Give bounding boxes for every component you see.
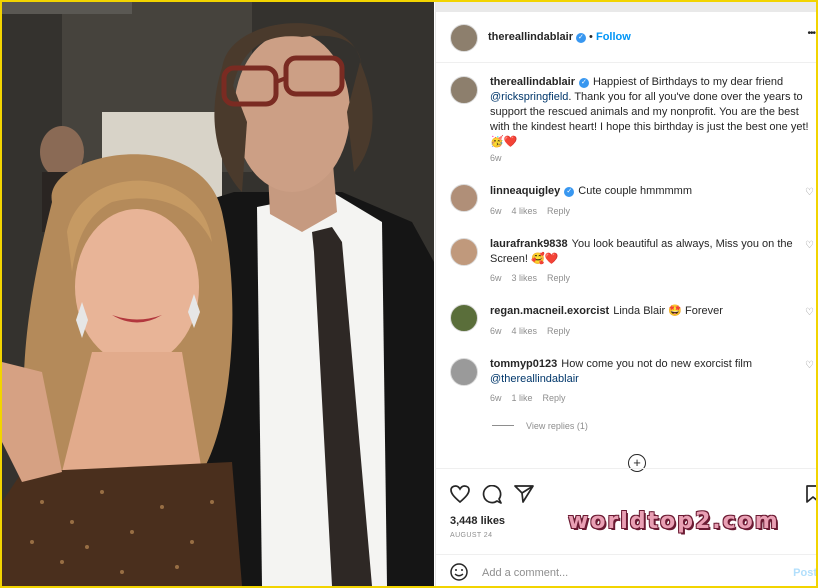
like-comment-icon[interactable]: ♡ (805, 238, 814, 253)
top-strip (436, 2, 816, 12)
comment-text: Linda Blair 🤩 Forever (613, 305, 723, 317)
comment-icon[interactable] (482, 485, 502, 504)
comment-2-meta: 6w 3 likes Reply (490, 273, 580, 283)
post-date[interactable]: AUGUST 24 (450, 532, 492, 539)
reply-button[interactable]: Reply (543, 393, 566, 403)
comment-likes[interactable]: 4 likes (512, 326, 538, 336)
caption-username[interactable]: thereallindablair (490, 76, 575, 88)
separator-dot: • (589, 31, 596, 43)
reply-button[interactable]: Reply (547, 326, 570, 336)
comment-time: 6w (490, 393, 502, 403)
verified-icon: ✓ (578, 78, 589, 88)
caption-time: 6w (490, 153, 502, 163)
replies-line (492, 425, 514, 426)
comment-1-meta: 6w 4 likes Reply (490, 206, 580, 216)
comment-4: tommyp0123 How come you not do new exorci… (490, 357, 814, 387)
comment-text: How come you not do new exorcist film (561, 358, 753, 370)
caption-avatar[interactable] (450, 76, 478, 104)
comment-username[interactable]: linneaquigley (490, 185, 560, 197)
verified-icon: ✓ (564, 187, 575, 197)
comment-3: regan.macneil.exorcist Linda Blair 🤩 Fore… (490, 304, 814, 319)
comment-2: laurafrank9838 You look beautiful as alwa… (490, 237, 814, 267)
watermark: worldtop2.com (568, 509, 780, 534)
follow-button[interactable]: Follow (596, 31, 631, 43)
comment-likes[interactable]: 4 likes (512, 206, 538, 216)
reply-button[interactable]: Reply (547, 273, 570, 283)
view-replies-label[interactable]: View replies (1) (526, 421, 588, 431)
comment-likes[interactable]: 3 likes (512, 273, 538, 283)
comment-avatar[interactable] (450, 238, 478, 266)
comment-time: 6w (490, 206, 502, 216)
post-username[interactable]: thereallindablair (488, 31, 573, 43)
caption-meta: 6w (490, 153, 512, 163)
reply-button[interactable]: Reply (547, 206, 570, 216)
comment-1: linneaquigley ✓ Cute couple hmmmmm ♡ (490, 184, 814, 199)
heart-icon[interactable] (450, 485, 470, 503)
share-icon[interactable] (514, 485, 534, 503)
comment-input[interactable]: Add a comment... (482, 567, 568, 579)
like-comment-icon[interactable]: ♡ (805, 358, 814, 373)
view-replies[interactable]: View replies (1) (492, 421, 588, 431)
emoji-icon[interactable] (450, 563, 468, 581)
caption-body-start: Happiest of Birthdays to my dear friend (592, 76, 784, 88)
action-bar (436, 468, 816, 504)
comment-username[interactable]: laurafrank9838 (490, 238, 568, 250)
post-photo[interactable] (2, 2, 434, 586)
more-options-icon[interactable]: ••• (807, 28, 815, 39)
add-circle-icon[interactable]: + (628, 454, 646, 472)
comment-3-meta: 6w 4 likes Reply (490, 326, 580, 336)
comment-avatar[interactable] (450, 358, 478, 386)
post-button[interactable]: Post (793, 567, 816, 579)
comments-panel: thereallindablair ✓ • Follow ••• thereall… (435, 2, 816, 586)
header-user: thereallindablair ✓ • Follow (488, 31, 631, 43)
comment-likes[interactable]: 1 like (512, 393, 533, 403)
comment-avatar[interactable] (450, 304, 478, 332)
post-header: thereallindablair ✓ • Follow ••• (436, 12, 816, 63)
comment-text: Cute couple hmmmmm (578, 185, 692, 197)
comment-time: 6w (490, 326, 502, 336)
add-comment-bar: Add a comment... Post (436, 554, 816, 586)
comment-username[interactable]: regan.macneil.exorcist (490, 305, 609, 317)
photo-illustration (2, 2, 434, 586)
caption-mention[interactable]: @rickspringfield (490, 91, 568, 103)
post-frame: thereallindablair ✓ • Follow ••• thereall… (2, 2, 816, 586)
comment-avatar[interactable] (450, 184, 478, 212)
comment-4-meta: 6w 1 like Reply (490, 393, 576, 403)
comment-username[interactable]: tommyp0123 (490, 358, 557, 370)
likes-count[interactable]: 3,448 likes (450, 515, 505, 527)
like-comment-icon[interactable]: ♡ (805, 185, 814, 200)
comment-time: 6w (490, 273, 502, 283)
verified-icon: ✓ (575, 33, 586, 43)
avatar[interactable] (450, 24, 478, 52)
caption-text: thereallindablair ✓ Happiest of Birthdays … (490, 75, 810, 150)
comment-mention[interactable]: @thereallindablair (490, 373, 579, 385)
like-comment-icon[interactable]: ♡ (805, 305, 814, 320)
bookmark-icon[interactable] (806, 485, 816, 503)
